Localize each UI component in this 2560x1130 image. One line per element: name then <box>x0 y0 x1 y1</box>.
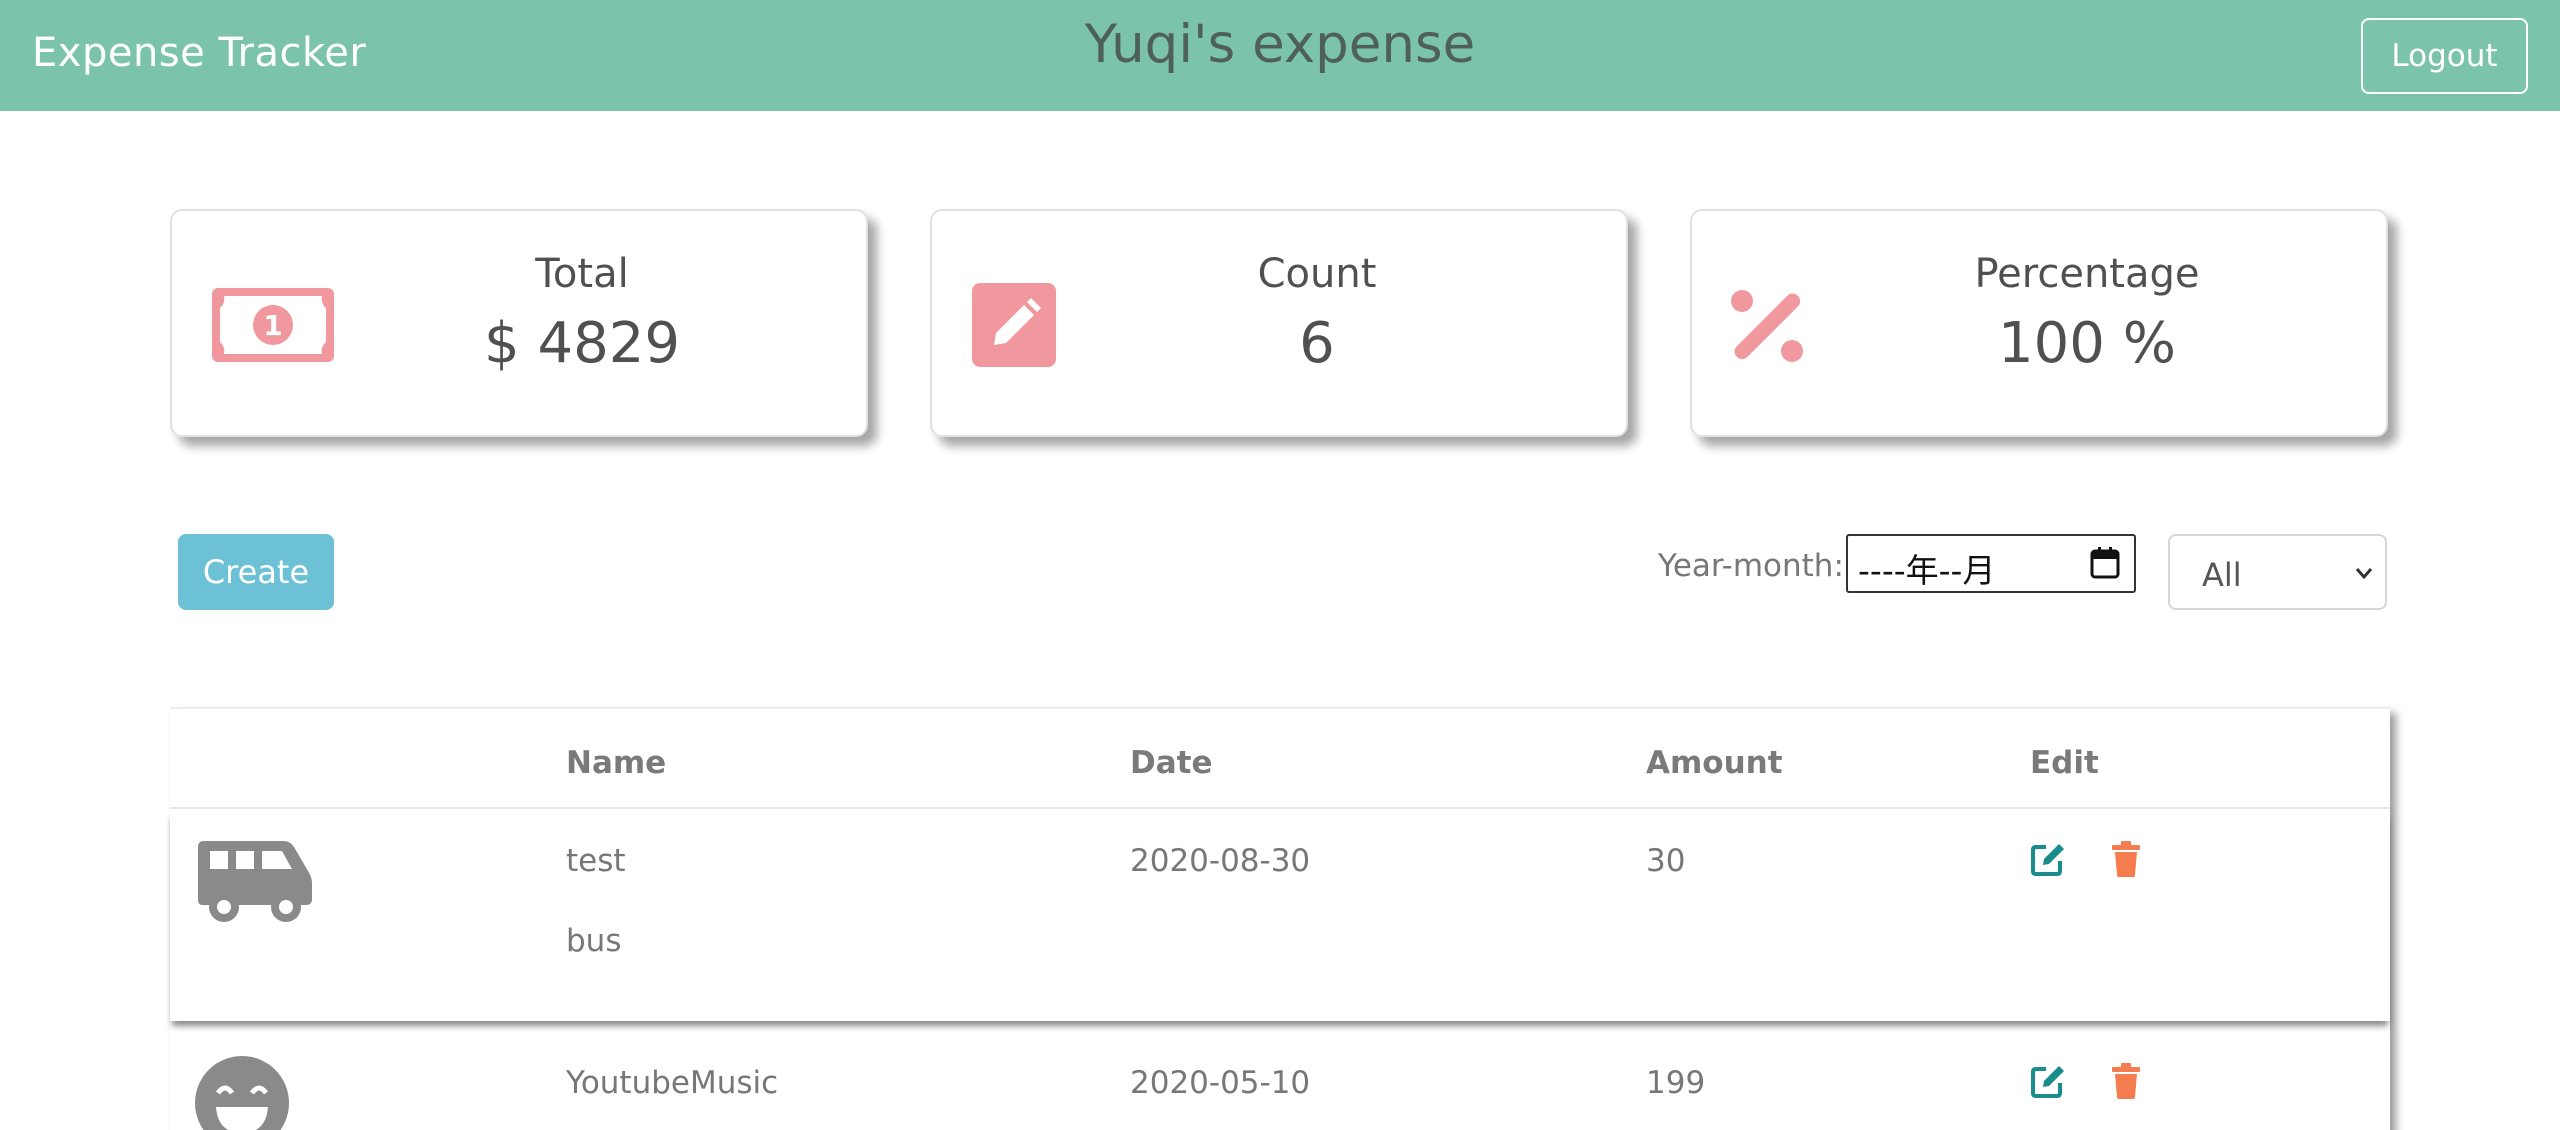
category-filter-select[interactable]: All <box>2168 534 2387 610</box>
column-header-amount: Amount <box>1646 745 1783 781</box>
count-value: 6 <box>1299 311 1335 376</box>
column-header-name: Name <box>566 745 667 781</box>
year-month-label: Year-month: <box>1658 548 1844 584</box>
top-navbar: Expense Tracker Yuqi's expense Logout <box>0 0 2560 111</box>
count-label: Count <box>1257 251 1377 297</box>
trash-icon[interactable] <box>2108 841 2144 877</box>
expense-date: 2020-08-30 <box>1130 843 1311 879</box>
column-header-date: Date <box>1130 745 1213 781</box>
total-label: Total <box>535 251 629 297</box>
percent-icon <box>1731 290 1803 362</box>
expense-table: Name Date Amount Edit test bus 2020-08-3… <box>170 707 2390 1130</box>
total-card: 1 Total $ 4829 <box>170 209 868 437</box>
expense-name: test <box>566 843 626 879</box>
category-filter-value: All <box>2202 556 2242 594</box>
table-row: YoutubeMusic 2020-05-10 199 <box>170 1031 2390 1130</box>
count-card: Count 6 <box>930 209 1628 437</box>
expense-date: 2020-05-10 <box>1130 1065 1311 1101</box>
edit-icon[interactable] <box>2030 841 2066 877</box>
column-header-edit: Edit <box>2030 745 2099 781</box>
expense-name: YoutubeMusic <box>566 1065 779 1101</box>
edit-square-icon <box>972 283 1056 367</box>
percentage-value: 100 % <box>1998 311 2176 376</box>
money-bill-icon: 1 <box>212 288 334 362</box>
year-month-input[interactable]: ----年--月 <box>1846 534 2136 593</box>
bus-icon <box>198 841 312 922</box>
edit-icon[interactable] <box>2030 1063 2066 1099</box>
smile-icon <box>195 1056 289 1130</box>
total-value: $ 4829 <box>484 311 680 376</box>
year-month-value: ----年--月 <box>1858 551 1996 590</box>
calendar-icon[interactable] <box>2090 546 2120 580</box>
expense-amount: 30 <box>1646 843 1686 879</box>
percentage-label: Percentage <box>1974 251 2200 297</box>
page-title: Yuqi's expense <box>1084 14 1476 75</box>
expense-note: bus <box>566 923 622 959</box>
percentage-card: Percentage 100 % <box>1690 209 2388 437</box>
svg-text:1: 1 <box>263 309 282 342</box>
logout-button[interactable]: Logout <box>2361 18 2528 94</box>
chevron-down-icon <box>2355 568 2373 580</box>
create-button[interactable]: Create <box>178 534 334 610</box>
trash-icon[interactable] <box>2108 1063 2144 1099</box>
table-row: test bus 2020-08-30 30 <box>170 809 2390 1021</box>
expense-amount: 199 <box>1646 1065 1706 1101</box>
